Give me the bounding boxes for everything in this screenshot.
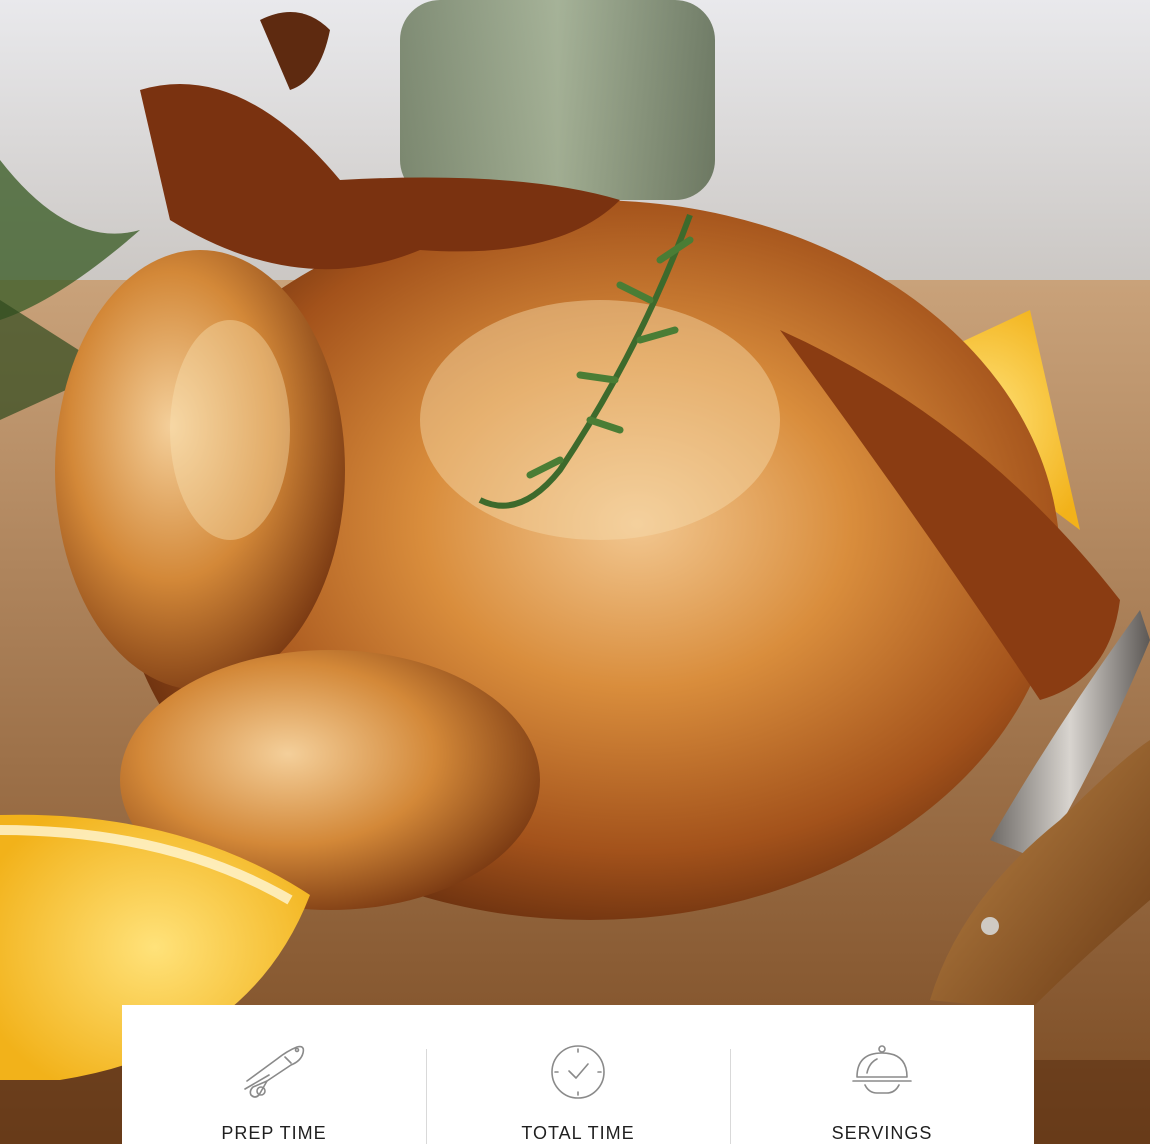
knife-cutting-icon <box>244 1045 305 1098</box>
total-time-label: TOTAL TIME <box>521 1123 635 1143</box>
cloche-serving-icon <box>852 1045 912 1094</box>
recipe-stats-card: PREP TIME TOTAL TIME SERVINGS <box>122 1005 1034 1144</box>
servings-label: SERVINGS <box>831 1123 933 1143</box>
recipe-hero: PREP TIME TOTAL TIME SERVINGS <box>0 0 1150 1144</box>
roast-chicken-photo <box>0 0 1150 1144</box>
prep-time-label: PREP TIME <box>221 1123 327 1143</box>
prep-time-stat: PREP TIME <box>122 1005 426 1144</box>
total-time-stat: TOTAL TIME <box>426 1005 730 1144</box>
clock-icon <box>551 1045 605 1099</box>
servings-stat: SERVINGS <box>730 1005 1034 1144</box>
